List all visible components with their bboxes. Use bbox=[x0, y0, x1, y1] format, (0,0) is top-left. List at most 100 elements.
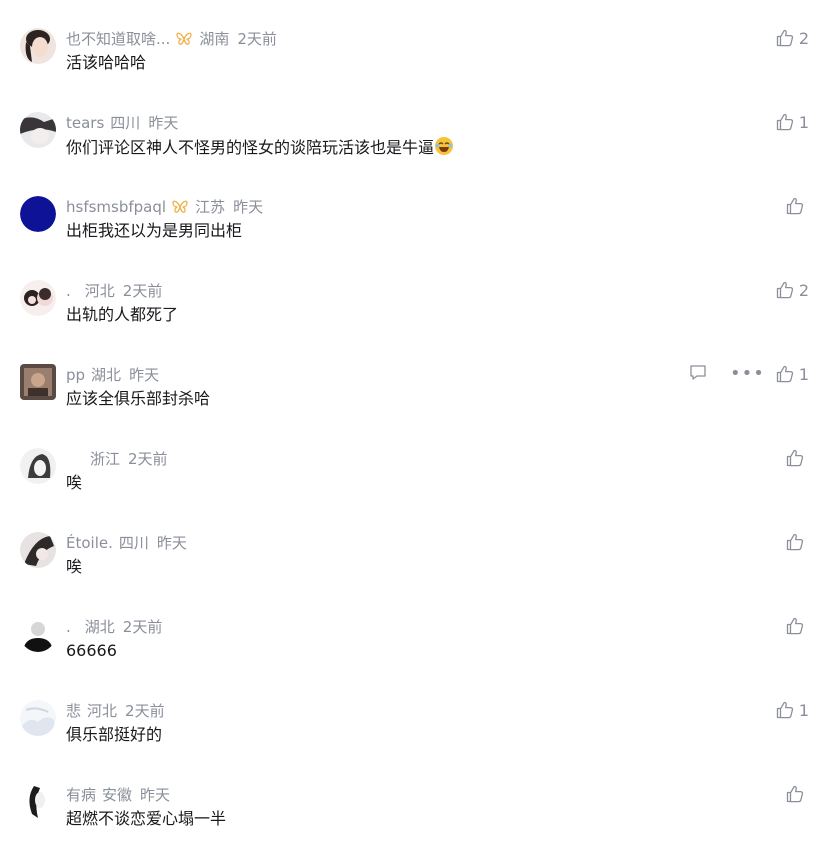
like-button[interactable] bbox=[785, 784, 809, 804]
comment-item: . 河北 2天前 出轨的人都死了 2 bbox=[0, 280, 831, 364]
like-button[interactable] bbox=[785, 616, 809, 636]
avatar[interactable] bbox=[20, 364, 56, 400]
comment-item: 悲 河北 2天前 俱乐部挺好的 1 bbox=[0, 700, 831, 784]
like-count: 2 bbox=[798, 280, 809, 300]
comment-item: hsfsmsbfpaql 江苏 昨天 出柜我还以为是男同出柜 bbox=[0, 196, 831, 280]
timestamp: 2天前 bbox=[125, 702, 165, 720]
avatar-image bbox=[20, 280, 56, 316]
timestamp: 2天前 bbox=[128, 450, 168, 468]
timestamp: 昨天 bbox=[156, 534, 187, 552]
username[interactable]: 有病 bbox=[66, 785, 96, 805]
comment-meta: . 河北 2天前 bbox=[66, 281, 162, 301]
timestamp: 昨天 bbox=[233, 198, 264, 216]
like-button[interactable] bbox=[785, 532, 809, 552]
like-button[interactable]: 1 bbox=[775, 112, 809, 132]
avatar[interactable] bbox=[20, 532, 56, 568]
avatar-image bbox=[20, 28, 56, 64]
avatar-image bbox=[20, 112, 56, 148]
comment-item: Étoile. 四川 昨天 唉 bbox=[0, 532, 831, 616]
avatar-image bbox=[20, 616, 56, 652]
username[interactable]: . bbox=[66, 617, 71, 637]
thumbs-up-icon bbox=[775, 280, 795, 300]
avatar[interactable] bbox=[20, 784, 56, 820]
comment-meta: Étoile. 四川 昨天 bbox=[66, 533, 187, 553]
comment-meta: 浙江 2天前 bbox=[66, 449, 168, 469]
laughing-emoji-icon bbox=[434, 136, 454, 162]
comment-text: 出柜我还以为是男同出柜 bbox=[66, 221, 243, 240]
username[interactable]: . bbox=[66, 281, 71, 301]
comment-meta: pp 湖北 昨天 bbox=[66, 365, 159, 385]
comment-meta: hsfsmsbfpaql 江苏 昨天 bbox=[66, 197, 263, 217]
comment-text: 唉 bbox=[66, 473, 83, 492]
like-button[interactable] bbox=[785, 448, 809, 468]
location: 江苏 bbox=[195, 198, 226, 216]
like-button[interactable]: 1 bbox=[775, 700, 809, 720]
comment-item: tears 四川 昨天 你们评论区神人不怪男的怪女的谈陪玩活该也是牛逼 1 bbox=[0, 112, 831, 196]
username[interactable]: 也不知道取啥... bbox=[66, 29, 170, 49]
like-button[interactable] bbox=[785, 196, 809, 216]
timestamp: 2天前 bbox=[122, 282, 163, 300]
timestamp: 昨天 bbox=[148, 114, 179, 132]
like-count: 1 bbox=[798, 700, 809, 720]
timestamp: 昨天 bbox=[140, 786, 171, 804]
timestamp: 2天前 bbox=[237, 30, 277, 48]
comment-meta: . 湖北 2天前 bbox=[66, 617, 162, 637]
timestamp: 2天前 bbox=[122, 618, 163, 636]
avatar[interactable] bbox=[20, 196, 56, 232]
comment-text: 出轨的人都死了 bbox=[66, 305, 179, 324]
comment-text: 应该全俱乐部封杀哈 bbox=[66, 389, 211, 408]
comment-actions: ••• bbox=[688, 364, 765, 384]
thumbs-up-icon bbox=[785, 532, 805, 552]
comment-item: pp 湖北 昨天 应该全俱乐部封杀哈 ••• 1 bbox=[0, 364, 831, 448]
comment-text: 你们评论区神人不怪男的怪女的谈陪玩活该也是牛逼 bbox=[66, 136, 454, 162]
like-button[interactable]: 2 bbox=[775, 280, 809, 300]
location: 湖北 bbox=[84, 618, 115, 636]
thumbs-up-icon bbox=[775, 700, 795, 720]
thumbs-up-icon bbox=[785, 196, 805, 216]
thumbs-up-icon bbox=[775, 364, 795, 384]
username[interactable]: Étoile. bbox=[66, 533, 113, 553]
comment-meta: tears 四川 昨天 bbox=[66, 113, 178, 133]
location: 四川 bbox=[110, 114, 141, 132]
avatar[interactable] bbox=[20, 280, 56, 316]
comment-item: . 湖北 2天前 66666 bbox=[0, 616, 831, 700]
thumbs-up-icon bbox=[785, 616, 805, 636]
avatar[interactable] bbox=[20, 700, 56, 736]
username[interactable]: 悲 bbox=[66, 701, 81, 721]
avatar[interactable] bbox=[20, 616, 56, 652]
username[interactable]: hsfsmsbfpaql bbox=[66, 197, 166, 217]
comment-text: 66666 bbox=[66, 641, 117, 660]
username[interactable]: pp bbox=[66, 365, 85, 385]
location: 浙江 bbox=[90, 450, 121, 468]
like-count: 1 bbox=[798, 364, 809, 384]
like-count: 2 bbox=[798, 28, 809, 48]
thumbs-up-icon bbox=[785, 784, 805, 804]
comment-text: 活该哈哈哈 bbox=[66, 53, 147, 72]
butterfly-badge-icon bbox=[175, 32, 193, 46]
location: 湖南 bbox=[199, 30, 230, 48]
comment-text: 俱乐部挺好的 bbox=[66, 725, 163, 744]
avatar[interactable] bbox=[20, 28, 56, 64]
comment-text: 唉 bbox=[66, 557, 83, 576]
comment-text: 超燃不谈恋爱心塌一半 bbox=[66, 809, 227, 828]
thumbs-up-icon bbox=[785, 448, 805, 468]
location: 安徽 bbox=[102, 786, 133, 804]
location: 四川 bbox=[118, 534, 149, 552]
avatar[interactable] bbox=[20, 448, 56, 484]
comment-item: 有病 安徽 昨天 超燃不谈恋爱心塌一半 bbox=[0, 784, 831, 868]
like-button[interactable]: 2 bbox=[775, 28, 809, 48]
avatar-image bbox=[20, 364, 56, 400]
butterfly-badge-icon bbox=[171, 200, 189, 214]
thumbs-up-icon bbox=[775, 112, 795, 132]
username[interactable]: tears bbox=[66, 113, 104, 133]
avatar-image bbox=[20, 196, 56, 232]
comment-meta: 悲 河北 2天前 bbox=[66, 701, 165, 721]
comment-item: 也不知道取啥... 湖南 2天前 活该哈哈哈 2 bbox=[0, 28, 831, 112]
thumbs-up-icon bbox=[775, 28, 795, 48]
comment-item: 浙江 2天前 唉 bbox=[0, 448, 831, 532]
more-options-icon[interactable]: ••• bbox=[730, 364, 765, 384]
like-button[interactable]: 1 bbox=[775, 364, 809, 384]
reply-icon[interactable] bbox=[688, 362, 708, 386]
avatar-image bbox=[20, 784, 56, 820]
avatar[interactable] bbox=[20, 112, 56, 148]
